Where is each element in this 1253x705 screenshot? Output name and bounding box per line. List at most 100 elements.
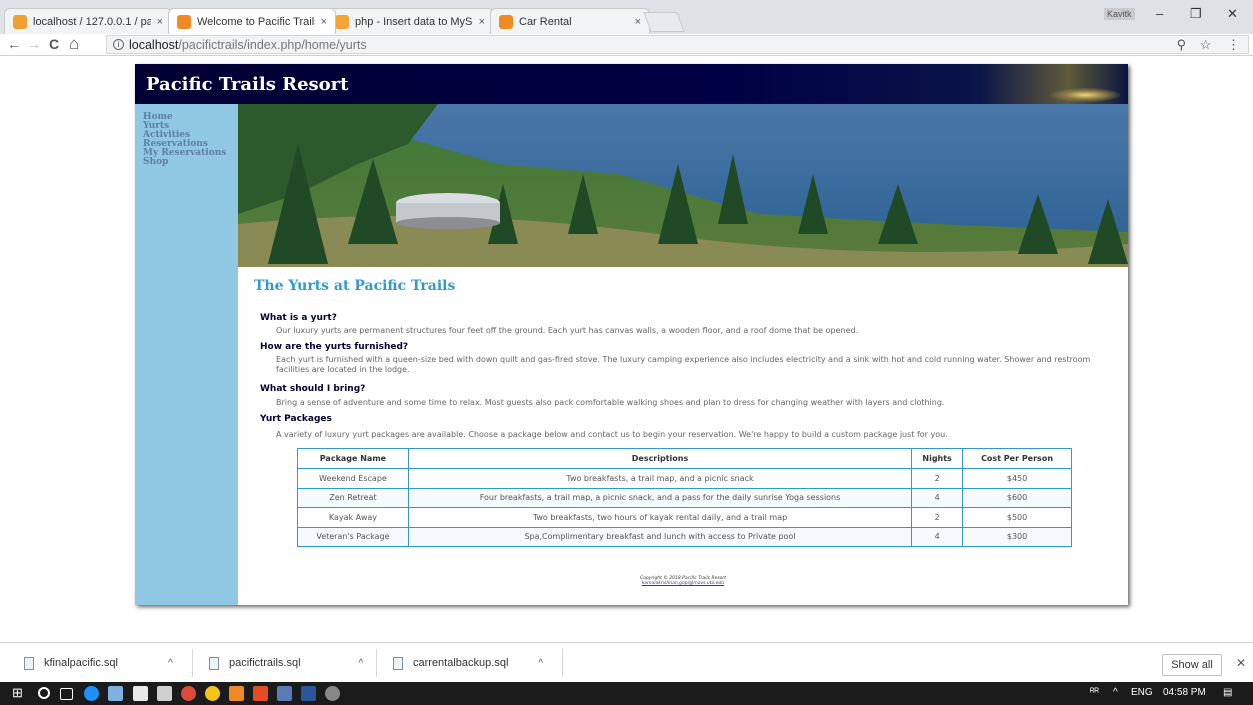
- profile-badge[interactable]: Kavitk: [1104, 8, 1135, 20]
- web-page: Pacific Trails Resort Home Yurts Activit…: [0, 56, 1253, 642]
- home-icon[interactable]: ⌂: [69, 34, 79, 54]
- sunset-decoration: [1050, 88, 1120, 102]
- phpmyadmin-favicon-icon: [13, 14, 27, 29]
- bookmark-star-icon[interactable]: ☆: [1200, 37, 1212, 52]
- chrome-icon[interactable]: [181, 686, 196, 701]
- minimize-icon[interactable]: –: [1156, 6, 1163, 21]
- tab-pacific-trails[interactable]: Welcome to Pacific Trails ×: [168, 8, 336, 34]
- chevron-up-icon[interactable]: ^: [538, 658, 543, 669]
- file-explorer-icon[interactable]: [108, 686, 123, 701]
- file-icon: [209, 656, 219, 670]
- hero-image: [238, 104, 1128, 267]
- package-cost: $450: [962, 468, 1072, 489]
- package-nights: 2: [911, 507, 964, 528]
- package-cost: $600: [962, 487, 1072, 508]
- package-nights: 4: [911, 487, 964, 508]
- paint-icon[interactable]: [325, 686, 340, 701]
- word-icon[interactable]: [301, 686, 316, 701]
- faq-question: Yurt Packages: [260, 414, 332, 424]
- divider: [376, 649, 377, 677]
- cortana-icon[interactable]: [38, 687, 50, 699]
- clock[interactable]: 04:58 PM: [1163, 687, 1206, 698]
- mail-icon[interactable]: [157, 686, 172, 701]
- table-row: Weekend Escape Two breakfasts, a trail m…: [297, 468, 1072, 489]
- tab-phpmyadmin[interactable]: localhost / 127.0.0.1 / pa ×: [4, 8, 172, 34]
- new-tab-button[interactable]: [643, 12, 685, 32]
- browser-toolbar: ← → C ⌂ i localhost/pacifictrails/index.…: [0, 34, 1253, 56]
- package-name: Weekend Escape: [297, 468, 409, 489]
- reload-icon[interactable]: C: [49, 36, 59, 52]
- footer-email-link[interactable]: kamalakrishnan.gopi@mavs.uta.edu: [642, 581, 724, 586]
- package-description: Four breakfasts, a trail map, a picnic s…: [407, 487, 913, 508]
- site-info-icon[interactable]: i: [113, 39, 124, 50]
- tab-close-icon[interactable]: ×: [635, 16, 641, 28]
- file-icon: [24, 656, 34, 670]
- nav-link-home[interactable]: Home: [135, 104, 238, 122]
- forward-icon[interactable]: →: [27, 36, 41, 52]
- download-item[interactable]: carrentalbackup.sql ^: [393, 643, 543, 683]
- package-description: Two breakfasts, a trail map, and a picni…: [407, 468, 913, 489]
- download-item[interactable]: pacifictrails.sql ^: [209, 643, 363, 683]
- nav-link-shop[interactable]: Shop: [135, 158, 238, 167]
- package-name: Zen Retreat: [297, 487, 409, 508]
- edge-icon[interactable]: [84, 686, 99, 701]
- app-icon[interactable]: [205, 686, 220, 701]
- site-header: Pacific Trails Resort: [135, 64, 1128, 104]
- package-name: Kayak Away: [297, 507, 409, 528]
- yurt-packages-table: Package Name Descriptions Nights Cost Pe…: [297, 448, 1072, 547]
- language-indicator[interactable]: ENG: [1131, 687, 1153, 698]
- download-filename: kfinalpacific.sql: [44, 657, 118, 669]
- download-item[interactable]: kfinalpacific.sql ^: [24, 643, 173, 683]
- faq-answer: A variety of luxury yurt packages are av…: [276, 430, 948, 439]
- sublime-icon[interactable]: [253, 686, 268, 701]
- main-content: The Yurts at Pacific Trails What is a yu…: [238, 267, 1128, 605]
- faq-question: What should I bring?: [260, 384, 366, 394]
- close-downloads-icon[interactable]: ✕: [1236, 656, 1246, 670]
- tab-close-icon[interactable]: ×: [321, 16, 327, 28]
- divider: [192, 649, 193, 677]
- tab-close-icon[interactable]: ×: [157, 16, 163, 28]
- chevron-up-icon[interactable]: ^: [168, 658, 173, 669]
- site-footer: Copyright © 2018 Pacific Trails Resort k…: [238, 576, 1128, 586]
- downloads-bar: kfinalpacific.sql ^ pacifictrails.sql ^ …: [0, 642, 1253, 682]
- tab-close-icon[interactable]: ×: [479, 16, 485, 28]
- codeigniter-favicon-icon: [177, 14, 191, 29]
- task-view-icon[interactable]: [60, 688, 73, 700]
- back-icon[interactable]: ←: [7, 36, 21, 52]
- site-wrapper: Pacific Trails Resort Home Yurts Activit…: [135, 64, 1128, 605]
- windows-start-icon[interactable]: ⊞: [12, 685, 23, 701]
- notification-icon[interactable]: ▤: [1223, 687, 1232, 698]
- zoom-icon[interactable]: ⚲: [1177, 37, 1187, 52]
- divider: [562, 649, 563, 677]
- yurt-coastline-image: [238, 104, 1128, 267]
- package-description: Spa,Complimentary breakfast and lunch wi…: [407, 526, 913, 547]
- package-cost: $300: [962, 526, 1072, 547]
- table-header-row: Package Name Descriptions Nights Cost Pe…: [297, 448, 1072, 469]
- store-icon[interactable]: [133, 686, 148, 701]
- browser-menu-icon[interactable]: ⋮: [1227, 37, 1240, 52]
- tab-car-rental[interactable]: Car Rental ×: [490, 8, 650, 34]
- download-filename: carrentalbackup.sql: [413, 657, 509, 669]
- codeigniter-favicon-icon: [499, 14, 513, 29]
- faq-question: How are the yurts furnished?: [260, 342, 409, 352]
- show-all-downloads-button[interactable]: Show all: [1162, 654, 1222, 676]
- close-window-icon[interactable]: ✕: [1227, 6, 1238, 22]
- chevron-up-icon[interactable]: ^: [359, 658, 364, 669]
- faq-answer: Each yurt is furnished with a queen-size…: [276, 355, 1091, 374]
- tab-stackoverflow[interactable]: php - Insert data to MySc ×: [326, 8, 494, 34]
- address-bar[interactable]: i localhost/pacifictrails/index.php/home…: [106, 35, 1249, 54]
- faq-question: What is a yurt?: [260, 313, 337, 323]
- people-icon[interactable]: ᴿᴿ: [1090, 687, 1099, 698]
- url-host: localhost: [129, 37, 179, 52]
- notepad-icon[interactable]: [277, 686, 292, 701]
- file-icon: [393, 656, 403, 670]
- tray-chevron-up-icon[interactable]: ^: [1113, 687, 1118, 698]
- xampp-icon[interactable]: [229, 686, 244, 701]
- column-header: Cost Per Person: [962, 448, 1072, 469]
- faq-answer: Our luxury yurts are permanent structure…: [276, 326, 859, 335]
- page-heading: The Yurts at Pacific Trails: [254, 278, 456, 294]
- restore-icon[interactable]: ❐: [1190, 6, 1202, 22]
- package-cost: $500: [962, 507, 1072, 528]
- table-row: Kayak Away Two breakfasts, two hours of …: [297, 507, 1072, 528]
- column-header: Nights: [911, 448, 964, 469]
